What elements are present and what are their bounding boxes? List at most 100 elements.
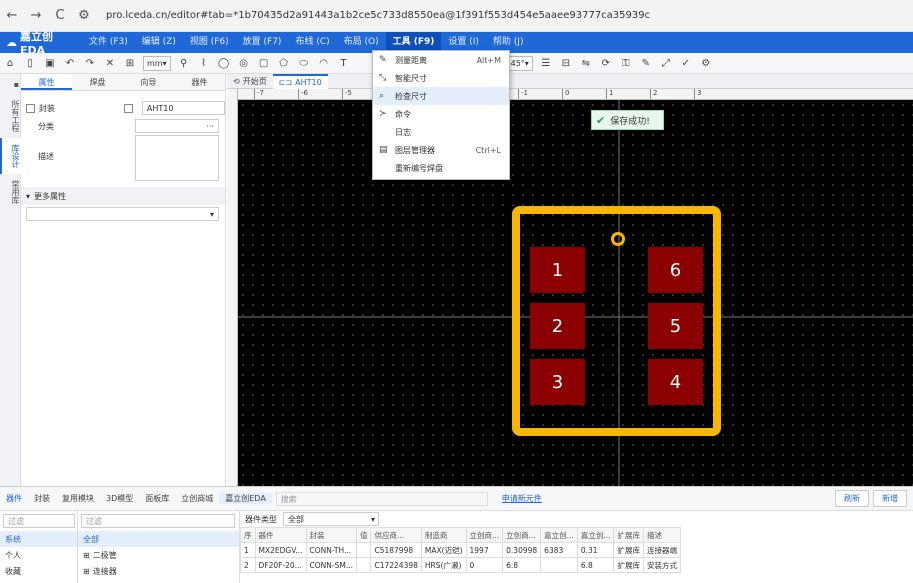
tools-menu-item-log[interactable]: 日志: [373, 123, 509, 141]
menu-file[interactable]: 文件 (F3): [82, 32, 135, 53]
column-header[interactable]: 嘉立创...: [540, 527, 578, 543]
tab-common-library[interactable]: 常用库: [0, 174, 21, 210]
back-icon[interactable]: ←: [0, 8, 24, 23]
site-settings-icon[interactable]: ⚙: [72, 8, 96, 23]
align-icon[interactable]: ☰: [538, 55, 554, 71]
pad-4[interactable]: 4: [648, 359, 703, 405]
wire-icon[interactable]: ⌇: [196, 55, 212, 71]
footprint-checkbox[interactable]: [26, 103, 35, 113]
measure-icon[interactable]: ✎: [638, 55, 654, 71]
apply-new-component-link[interactable]: 申请新元件: [496, 493, 548, 504]
refresh-button[interactable]: 刷新: [835, 490, 869, 507]
tab-device[interactable]: 器件: [174, 74, 225, 90]
column-header[interactable]: 制造商: [420, 527, 467, 543]
tab-properties[interactable]: 属性: [21, 74, 72, 90]
forward-icon[interactable]: →: [24, 8, 48, 23]
footprint-input[interactable]: AHT10: [141, 101, 225, 115]
column-header[interactable]: 供应商...: [370, 527, 422, 543]
polygon-icon[interactable]: ⬠: [276, 55, 292, 71]
ellipse-icon[interactable]: ⬭: [296, 55, 312, 71]
tab-lcsc-mall[interactable]: 立创商城: [175, 493, 219, 504]
unit-select[interactable]: mm ▾: [143, 55, 171, 71]
url-field[interactable]: pro.lceda.cn/editor#tab=*1b70435d2a91443…: [106, 10, 650, 21]
rotate-icon[interactable]: ⟳: [598, 55, 614, 71]
tree-connector[interactable]: ⊞ 连接器: [78, 563, 239, 579]
source-system[interactable]: 系统: [0, 531, 77, 547]
tools-menu-item-ruler[interactable]: ✎ 测量距离 Alt+M: [373, 51, 509, 69]
pcb-canvas[interactable]: 1 2 3 6 5 4: [238, 100, 913, 486]
text-icon[interactable]: T: [336, 55, 352, 71]
pad-3[interactable]: 3: [530, 359, 585, 405]
pad-2[interactable]: 2: [530, 303, 585, 349]
settings-icon[interactable]: ⚙: [698, 55, 714, 71]
tools-menu-item-renumber[interactable]: 重新编号焊盘: [373, 159, 509, 177]
column-header[interactable]: 器件: [254, 527, 307, 543]
dimension-icon[interactable]: ⤢: [658, 55, 674, 71]
device-type-select[interactable]: 全部 ▾: [283, 512, 379, 526]
tools-menu-item-layers[interactable]: ▤ 图层管理器 Ctrl+L: [373, 141, 509, 159]
category-filter-input[interactable]: 过滤: [81, 514, 235, 528]
tab-reuse-modules[interactable]: 复用模块: [56, 493, 100, 504]
undo-icon[interactable]: ↶: [62, 55, 78, 71]
menu-route[interactable]: 布线 (C): [288, 32, 336, 53]
pad-6[interactable]: 6: [648, 247, 703, 293]
tab-jlc-eda[interactable]: 嘉立创EDA: [219, 493, 272, 504]
tab-library-design[interactable]: 库设计: [0, 138, 21, 174]
column-header[interactable]: 嘉立创...: [576, 527, 615, 543]
menu-edit[interactable]: 编辑 (Z): [135, 32, 183, 53]
column-header[interactable]: 封装: [305, 527, 357, 543]
column-header[interactable]: 扩展库: [613, 527, 644, 543]
angle-select[interactable]: 45° ▾: [506, 55, 533, 71]
more-properties-header[interactable]: ▾ 更多属性: [21, 187, 225, 205]
file-icon[interactable]: ▯: [22, 55, 38, 71]
home-icon[interactable]: ⌂: [2, 55, 18, 71]
column-header[interactable]: 立创商...: [502, 527, 542, 543]
tree-diode[interactable]: ⊞ 二极管: [78, 547, 239, 563]
distribute-icon[interactable]: ⊟: [558, 55, 574, 71]
redo-icon[interactable]: ↷: [82, 55, 98, 71]
tab-devices[interactable]: 器件: [0, 493, 28, 504]
hole-icon[interactable]: ◯: [216, 55, 232, 71]
column-header[interactable]: 描述: [642, 527, 681, 543]
via-icon[interactable]: ◎: [236, 55, 252, 71]
save-icon[interactable]: ▣: [42, 55, 58, 71]
flip-icon[interactable]: ⇋: [578, 55, 594, 71]
grid-icon[interactable]: ⊞: [122, 55, 138, 71]
lock-icon[interactable]: ⚿: [618, 55, 634, 71]
tools-menu-item-dimension[interactable]: ⤡ 智能尺寸: [373, 69, 509, 87]
tab-start-page[interactable]: ⟲ 开始页: [227, 74, 273, 89]
more-properties-select[interactable]: ▾: [26, 207, 219, 221]
column-header[interactable]: 立创商...: [465, 527, 504, 543]
table-row[interactable]: 2 DF20F-20... CONN-SM... C17224398 HRS(广濑) 0 6…: [240, 557, 681, 573]
arc-icon[interactable]: ◠: [316, 55, 332, 71]
column-header[interactable]: 值: [356, 527, 372, 543]
tab-all-projects[interactable]: 所有工程: [0, 94, 21, 138]
category-input[interactable]: ···: [135, 119, 219, 133]
new-button[interactable]: 新增: [873, 490, 907, 507]
pin-panel-icon[interactable]: ▪: [0, 74, 21, 94]
tab-footprints[interactable]: 封装: [28, 493, 56, 504]
delete-icon[interactable]: ✕: [102, 55, 118, 71]
tab-aht10[interactable]: ⊏⊐ AHT10: [272, 73, 328, 89]
tree-all[interactable]: 全部: [78, 531, 239, 547]
menu-view[interactable]: 视图 (F6): [183, 32, 236, 53]
pad-5[interactable]: 5: [648, 303, 703, 349]
tools-menu-item-terminal[interactable]: ≻ 命令: [373, 105, 509, 123]
footprint-value-checkbox[interactable]: [123, 103, 133, 113]
library-search-input[interactable]: 搜索: [275, 491, 488, 506]
column-header[interactable]: 序: [240, 527, 256, 543]
pin-icon[interactable]: ⚲: [176, 55, 192, 71]
check-icon[interactable]: ✓: [678, 55, 694, 71]
pad-1[interactable]: 1: [530, 247, 585, 293]
source-personal[interactable]: 个人: [0, 547, 77, 563]
tab-wizard[interactable]: 向导: [123, 74, 174, 90]
tab-pads[interactable]: 焊盘: [72, 74, 123, 90]
tab-3d-models[interactable]: 3D模型: [100, 493, 139, 504]
reload-icon[interactable]: C: [48, 8, 72, 23]
tools-menu-item-check-dimension[interactable]: ⌕ 检查尺寸: [373, 87, 509, 105]
source-filter-input[interactable]: 过滤: [3, 514, 75, 528]
menu-place[interactable]: 放置 (F7): [236, 32, 289, 53]
rect-icon[interactable]: ▢: [256, 55, 272, 71]
description-input[interactable]: [135, 135, 219, 181]
tab-panel-library[interactable]: 面板库: [139, 493, 175, 504]
